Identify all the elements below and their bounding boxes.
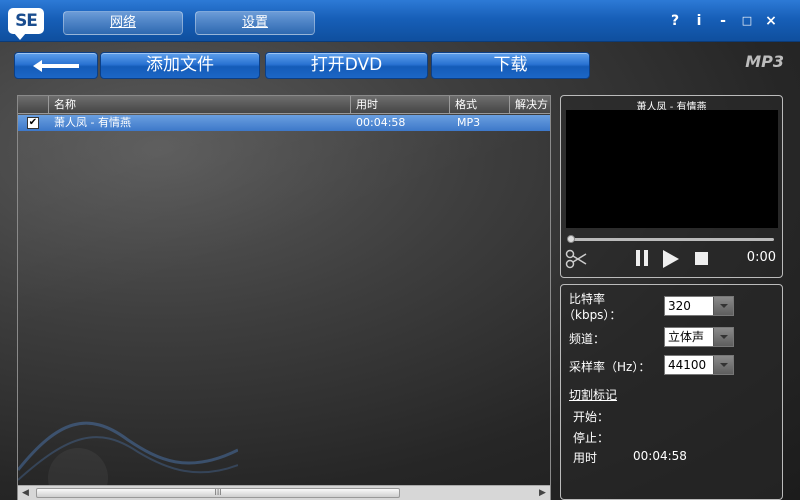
info-button[interactable]: i <box>690 12 708 30</box>
stop-label: 停止： <box>573 431 610 445</box>
help-button[interactable]: ? <box>666 12 684 30</box>
start-label: 开始： <box>573 410 610 424</box>
tab-settings[interactable]: 设置 <box>195 11 315 35</box>
table-row[interactable]: ✔ 萧人凤 - 有情燕 00:04:58 MP3 <box>18 115 550 131</box>
horizontal-scrollbar[interactable]: ◀ III ▶ <box>18 485 550 500</box>
chevron-down-icon[interactable] <box>713 356 733 374</box>
pause-icon[interactable] <box>634 249 650 267</box>
settings-panel: 比特率 （kbps）： 320 频道： 立体声 采样率（Hz）： 44100 切… <box>560 284 783 500</box>
seek-handle[interactable] <box>567 235 575 243</box>
bitrate-unit-label: （kbps）： <box>563 308 622 322</box>
bitrate-label: 比特率 <box>569 292 606 306</box>
preview-panel: 萧人凤 - 有情燕 0:00 <box>560 95 783 278</box>
tab-network-label: 网络 <box>109 15 136 30</box>
channel-label: 频道： <box>569 332 606 346</box>
app-window: SE 网络 设置 ? i - □ × 添加文件 打开DVD 下载 MP3 名称 … <box>0 0 800 500</box>
samplerate-select[interactable]: 44100 <box>664 355 734 375</box>
add-file-button[interactable]: 添加文件 <box>100 52 260 79</box>
scroll-thumb[interactable]: III <box>36 488 400 498</box>
tab-network[interactable]: 网络 <box>63 11 183 35</box>
minimize-button[interactable]: - <box>714 12 732 30</box>
channel-value: 立体声 <box>668 330 705 344</box>
back-arrow-icon <box>33 60 79 72</box>
download-button[interactable]: 下载 <box>431 52 590 79</box>
chevron-down-icon[interactable] <box>713 297 733 315</box>
header-check-column <box>18 96 48 114</box>
scissors-icon[interactable] <box>565 249 587 269</box>
chevron-down-icon[interactable] <box>713 328 733 346</box>
header-format[interactable]: 格式 <box>449 96 509 114</box>
cut-marks-title: 切割标记 <box>569 388 618 402</box>
row-checkbox[interactable]: ✔ <box>27 117 39 129</box>
duration-value: 00:04:58 <box>633 449 687 463</box>
close-button[interactable]: × <box>762 12 780 30</box>
stop-icon[interactable] <box>694 251 709 266</box>
samplerate-label: 采样率（Hz）： <box>569 360 651 374</box>
video-screen <box>566 110 778 228</box>
channel-select[interactable]: 立体声 <box>664 327 734 347</box>
row-name: 萧人凤 - 有情燕 <box>54 116 131 129</box>
output-format-label: MP3 <box>745 52 784 71</box>
scroll-right-icon[interactable]: ▶ <box>535 486 550 500</box>
play-icon[interactable] <box>662 249 680 269</box>
title-bar: SE 网络 设置 ? i - □ × <box>0 0 800 42</box>
samplerate-value: 44100 <box>668 358 707 372</box>
duration-label: 用时 <box>573 451 598 465</box>
bitrate-select[interactable]: 320 <box>664 296 734 316</box>
header-name[interactable]: 名称 <box>48 96 350 114</box>
row-format: MP3 <box>457 116 481 129</box>
file-list-header: 名称 用时 格式 解决方 <box>18 96 550 114</box>
open-dvd-button[interactable]: 打开DVD <box>265 52 428 79</box>
header-duration[interactable]: 用时 <box>350 96 449 114</box>
playback-time: 0:00 <box>746 250 776 265</box>
back-button[interactable] <box>14 52 98 79</box>
file-list: 名称 用时 格式 解决方 ✔ 萧人凤 - 有情燕 00:04:58 MP3 <box>17 95 551 500</box>
tab-settings-label: 设置 <box>241 15 268 30</box>
row-duration: 00:04:58 <box>356 116 406 129</box>
app-logo: SE <box>8 8 44 40</box>
header-resolution[interactable]: 解决方 <box>509 96 550 114</box>
scroll-left-icon[interactable]: ◀ <box>18 486 33 500</box>
maximize-button[interactable]: □ <box>738 12 756 30</box>
seek-bar[interactable] <box>570 238 774 241</box>
bitrate-value: 320 <box>668 299 691 313</box>
